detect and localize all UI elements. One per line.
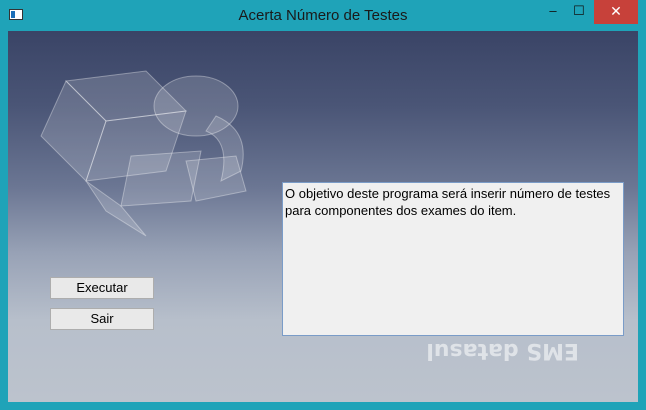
close-button[interactable]: ✕: [594, 0, 638, 24]
minimize-button[interactable]: –: [540, 0, 566, 24]
app-window: Acerta Número de Testes – ☐ ✕ Executar S…: [0, 0, 646, 410]
exit-button[interactable]: Sair: [50, 308, 154, 330]
svg-text:EMS datasul: EMS datasul: [426, 338, 579, 363]
execute-button[interactable]: Executar: [50, 277, 154, 299]
maximize-button[interactable]: ☐: [566, 0, 592, 24]
ems-logo-icon: [40, 70, 247, 237]
ems-reflection-icon: EMS datasul: [426, 338, 579, 363]
description-textbox[interactable]: O objetivo deste programa será inserir n…: [282, 182, 624, 336]
title-bar[interactable]: Acerta Número de Testes – ☐ ✕: [0, 0, 646, 31]
main-panel: Executar Sair O objetivo deste programa …: [8, 31, 638, 402]
